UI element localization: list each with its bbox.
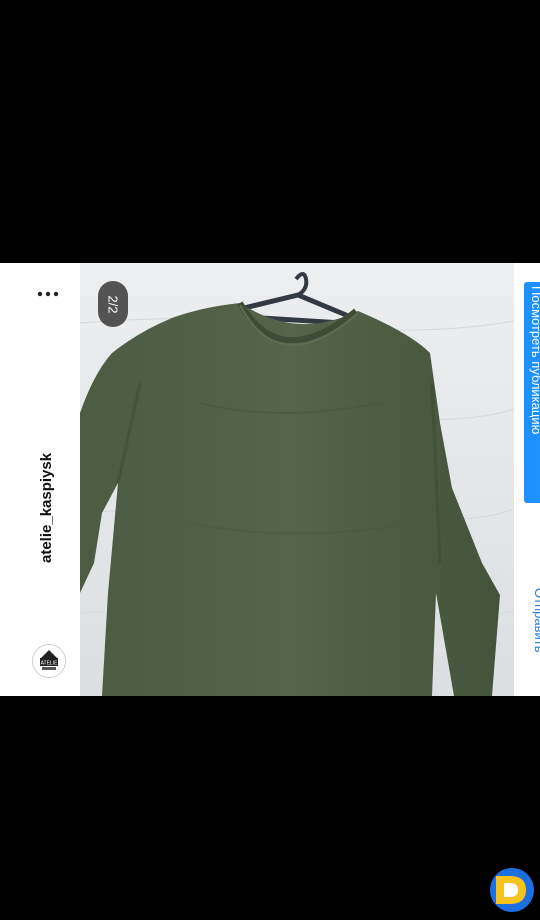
avatar-text: ATELIE — [41, 661, 59, 667]
view-post-button[interactable]: Посмотреть публикацию — [524, 282, 540, 503]
avatar[interactable]: ATELIE — [32, 644, 66, 678]
avatar-logo-icon: ATELIE — [33, 645, 65, 677]
more-dots-icon[interactable] — [37, 290, 59, 298]
send-link[interactable]: Отправить — [532, 588, 540, 652]
image-counter: 2/2 — [105, 294, 121, 314]
post-photo[interactable]: 2/2 — [80, 263, 514, 696]
image-counter-badge: 2/2 — [98, 281, 128, 327]
view-post-label: Посмотреть публикацию — [529, 286, 540, 435]
post-username[interactable]: atelie_kaspiysk — [38, 453, 55, 563]
brand-logo-icon[interactable] — [486, 864, 536, 914]
post-card: atelie_kaspiysk ATELIE 2/2 Посмотреть пу… — [0, 263, 540, 696]
post-actions-strip: Посмотреть публикацию Отправить — [514, 263, 540, 696]
garment-image — [80, 263, 514, 696]
post-header: atelie_kaspiysk ATELIE — [0, 263, 80, 696]
